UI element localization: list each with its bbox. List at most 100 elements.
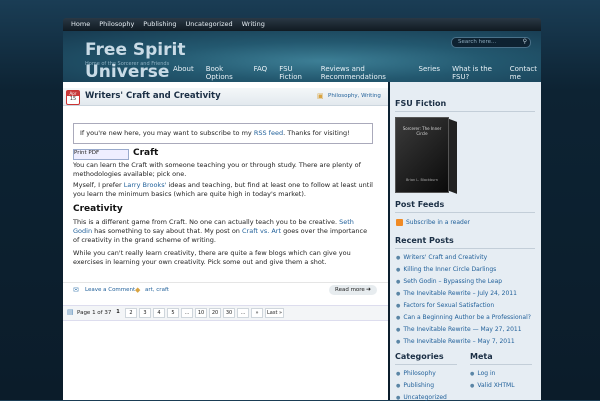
bullet-icon: ●	[396, 291, 401, 297]
pagination: ▤ Page 1 of 37 1 2 3 4 5 ... 10 20 30 ..…	[63, 305, 388, 321]
rss-feed-link[interactable]: RSS feed	[254, 129, 283, 137]
paragraph-3-before: This is a different game from Craft. No …	[73, 218, 340, 226]
nav-contact[interactable]: Contact me	[510, 65, 541, 81]
top-nav-home[interactable]: Home	[71, 20, 90, 28]
leave-comment-link[interactable]: Leave a Comment	[85, 287, 135, 293]
recent-post-item[interactable]: ● Factors for Sexual Satisfaction	[396, 302, 494, 309]
heading-creativity: Creativity	[73, 204, 123, 214]
read-more-button[interactable]: Read more ➜	[329, 285, 377, 295]
post-title[interactable]: Writers' Craft and Creativity	[85, 91, 221, 101]
page-last[interactable]: Last »	[265, 308, 285, 318]
page-link[interactable]: 3	[139, 308, 151, 318]
divider	[470, 364, 532, 365]
divider	[395, 212, 535, 213]
craft-vs-art-link[interactable]: Craft vs. Art	[242, 227, 281, 235]
meta-item[interactable]: ● Log in	[470, 370, 495, 377]
site-title[interactable]: Free Spirit	[85, 41, 185, 59]
larry-brooks-link[interactable]: Larry Brooks'	[124, 181, 167, 189]
nav-book-options[interactable]: Book Options	[206, 65, 242, 81]
nav-about[interactable]: About	[173, 65, 194, 81]
arrow-right-icon: ➜	[366, 286, 372, 293]
site-header: Free Spirit Home of the Sorcerer and Fri…	[63, 31, 541, 82]
post-header: Apr 15 Writers' Craft and Creativity ▣ P…	[63, 88, 388, 106]
book-title: Sorcerer: The Inner Circle	[402, 126, 442, 136]
post-footer: ✉ Leave a Comment ◆ art, craft Read more…	[63, 282, 388, 297]
recent-post-item[interactable]: ● Killing the Inner Circle Darlings	[396, 266, 496, 273]
search-input[interactable]: Search here... ⚲	[451, 37, 531, 48]
category-item[interactable]: ● Publishing	[396, 382, 434, 389]
nav-series[interactable]: Series	[419, 65, 441, 81]
top-nav-uncategorized[interactable]: Uncategorized	[186, 20, 233, 28]
paragraph-1: You can learn the Craft with someone tea…	[73, 161, 361, 178]
recent-post-item[interactable]: ● The Inevitable Rewrite — May 27, 2011	[396, 326, 522, 333]
folder-icon: ▣	[317, 92, 324, 100]
top-nav-philosophy[interactable]: Philosophy	[99, 20, 134, 28]
nav-faq[interactable]: FAQ	[254, 65, 268, 81]
category-item[interactable]: ● Philosophy	[396, 370, 436, 377]
post-tags[interactable]: art, craft	[145, 287, 169, 293]
recent-post-label: Can a Beginning Author be a Professional…	[403, 314, 531, 321]
date-day: 15	[69, 96, 77, 102]
bullet-icon: ●	[396, 255, 401, 261]
subscribe-link[interactable]: Subscribe in a reader	[406, 219, 470, 226]
rss-notice-text: If you're new here, you may want to subs…	[80, 129, 350, 137]
page-link[interactable]: 10	[195, 308, 207, 318]
page-link[interactable]: 4	[153, 308, 165, 318]
page-current: 1	[116, 309, 120, 315]
rss-notice-after: . Thanks for visiting!	[283, 129, 350, 137]
nav-what-is-fsu[interactable]: What is the FSU?	[452, 65, 498, 81]
paragraph-2-before: Myself, I prefer	[73, 181, 124, 189]
bullet-icon: ●	[396, 383, 401, 389]
search-icon[interactable]: ⚲	[523, 38, 527, 45]
tag-icon: ◆	[135, 286, 141, 294]
page-link[interactable]: 2	[125, 308, 137, 318]
paragraph-2: Myself, I prefer Larry Brooks' ideas and…	[73, 181, 373, 199]
page-link[interactable]: 20	[209, 308, 221, 318]
bullet-icon: ●	[396, 371, 401, 377]
paragraph-4: While you can't really learn creativity,…	[73, 249, 351, 266]
nav-fsu-fiction[interactable]: FSU Fiction	[279, 65, 309, 81]
recent-post-label: The Inevitable Rewrite – July 24, 2011	[403, 290, 517, 297]
bullet-icon: ●	[470, 383, 475, 389]
categories-heading: Categories	[395, 352, 444, 361]
bullet-icon: ●	[396, 315, 401, 321]
recent-post-item[interactable]: ● The Inevitable Rewrite – July 24, 2011	[396, 290, 517, 297]
divider	[395, 364, 457, 365]
recent-posts-heading: Recent Posts	[395, 236, 454, 245]
page-next[interactable]: »	[251, 308, 263, 318]
bullet-icon: ●	[396, 339, 401, 345]
post-feeds-heading: Post Feeds	[395, 200, 445, 209]
bullet-icon: ●	[396, 279, 401, 285]
heading-craft: Craft	[133, 148, 159, 158]
book-cover[interactable]: Sorcerer: The Inner Circle Brian L. Blac…	[395, 117, 459, 195]
divider	[395, 111, 535, 112]
recent-post-label: Writers' Craft and Creativity	[403, 254, 488, 261]
paragraph-3: This is a different game from Craft. No …	[73, 218, 373, 245]
recent-post-label: Factors for Sexual Satisfaction	[403, 302, 495, 309]
recent-post-item[interactable]: ● Seth Godin – Bypassing the Leap	[396, 278, 502, 285]
paragraph-3-mid: has something to say about that. My post…	[92, 227, 242, 235]
top-nav-publishing[interactable]: Publishing	[143, 20, 176, 28]
site-title-line2[interactable]: Universe	[85, 63, 169, 81]
comment-icon: ✉	[73, 286, 79, 294]
bullet-icon: ●	[396, 303, 401, 309]
bullet-icon: ●	[396, 327, 401, 333]
top-menu-bar: Home Philosophy Publishing Uncategorized…	[63, 18, 541, 31]
recent-post-item[interactable]: ● Can a Beginning Author be a Professiona…	[396, 314, 531, 321]
top-nav-writing[interactable]: Writing	[242, 20, 265, 28]
print-pdf-button[interactable]: Print PDF	[73, 149, 129, 160]
date-badge: Apr 15	[66, 90, 80, 105]
pages-icon: ▤	[67, 308, 74, 316]
post-categories[interactable]: Philosophy, Writing	[328, 93, 381, 99]
bullet-icon: ●	[396, 395, 401, 401]
recent-post-item[interactable]: ● Writers' Craft and Creativity	[396, 254, 487, 261]
rss-notice: If you're new here, you may want to subs…	[73, 123, 373, 144]
meta-item[interactable]: ● Valid XHTML	[470, 382, 515, 389]
recent-post-item[interactable]: ● The Inevitable Rewrite – May 7, 2011	[396, 338, 515, 345]
nav-reviews[interactable]: Reviews and Recommendations	[321, 65, 407, 81]
main-content: Apr 15 Writers' Craft and Creativity ▣ P…	[63, 82, 388, 400]
read-more-label: Read more	[335, 287, 365, 293]
page-link[interactable]: 5	[167, 308, 179, 318]
recent-post-label: The Inevitable Rewrite — May 27, 2011	[403, 326, 522, 333]
page-link[interactable]: 30	[223, 308, 235, 318]
